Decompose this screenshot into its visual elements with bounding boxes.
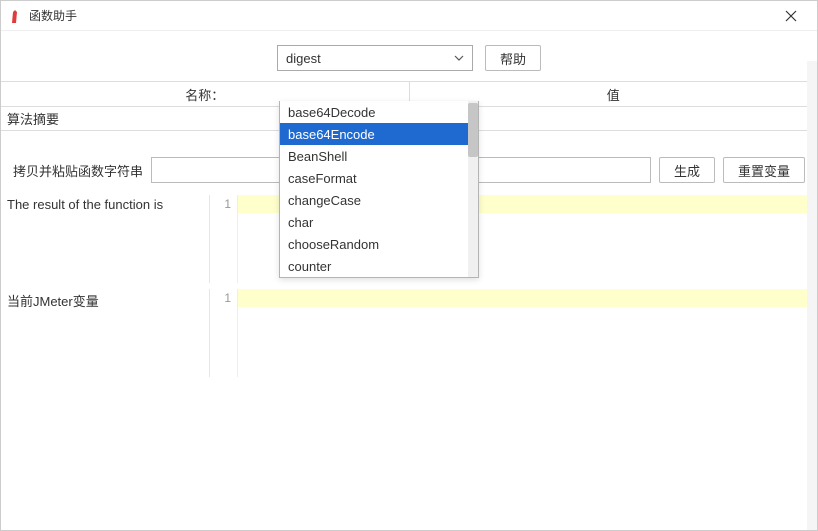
window-body: digest 帮助 名称： 值 算法摘要 拷贝并粘贴函数字符串 生成 — [1, 31, 817, 530]
app-icon — [9, 9, 23, 23]
help-button-label: 帮助 — [500, 49, 526, 68]
dropdown-option[interactable]: caseFormat — [280, 167, 468, 189]
function-combobox[interactable]: digest — [277, 45, 473, 71]
copy-paste-label: 拷贝并粘贴函数字符串 — [13, 161, 143, 180]
help-button[interactable]: 帮助 — [485, 45, 541, 71]
function-helper-window: 函数助手 digest 帮助 名称： 值 算法摘要 拷贝 — [0, 0, 818, 531]
generate-button-label: 生成 — [674, 161, 700, 180]
dropdown-option[interactable]: char — [280, 211, 468, 233]
vars-label: 当前JMeter变量 — [7, 289, 209, 377]
close-icon — [785, 10, 797, 22]
chevron-down-icon — [452, 51, 466, 65]
dropdown-option[interactable]: chooseRandom — [280, 233, 468, 255]
generate-button[interactable]: 生成 — [659, 157, 715, 183]
reset-vars-button-label: 重置变量 — [738, 161, 790, 180]
vars-line-number: 1 — [224, 291, 231, 305]
result-line-number: 1 — [224, 197, 231, 211]
vars-active-line — [238, 289, 809, 307]
function-dropdown-options: base64Decode base64Encode BeanShell case… — [280, 101, 478, 277]
function-row: digest 帮助 — [1, 31, 817, 81]
vars-content[interactable] — [238, 289, 809, 377]
titlebar: 函数助手 — [1, 1, 817, 31]
function-dropdown[interactable]: base64Decode base64Encode BeanShell case… — [279, 101, 479, 278]
vars-gutter: 1 — [210, 289, 238, 377]
dropdown-scrollbar[interactable] — [468, 101, 478, 277]
result-gutter: 1 — [210, 195, 238, 283]
dropdown-option[interactable]: changeCase — [280, 189, 468, 211]
result-label: The result of the function is — [7, 195, 209, 283]
function-combobox-value: digest — [286, 51, 452, 66]
dropdown-option[interactable]: BeanShell — [280, 145, 468, 167]
dropdown-scrollbar-thumb[interactable] — [468, 103, 478, 157]
dropdown-option[interactable]: counter — [280, 255, 468, 277]
dropdown-option[interactable]: base64Decode — [280, 101, 468, 123]
close-button[interactable] — [773, 2, 809, 30]
window-scrollbar[interactable] — [807, 61, 817, 530]
dropdown-option[interactable]: base64Encode — [280, 123, 468, 145]
vars-section: 当前JMeter变量 1 — [1, 283, 817, 377]
window-title: 函数助手 — [29, 7, 773, 24]
vars-editor[interactable]: 1 — [209, 289, 809, 377]
reset-vars-button[interactable]: 重置变量 — [723, 157, 805, 183]
